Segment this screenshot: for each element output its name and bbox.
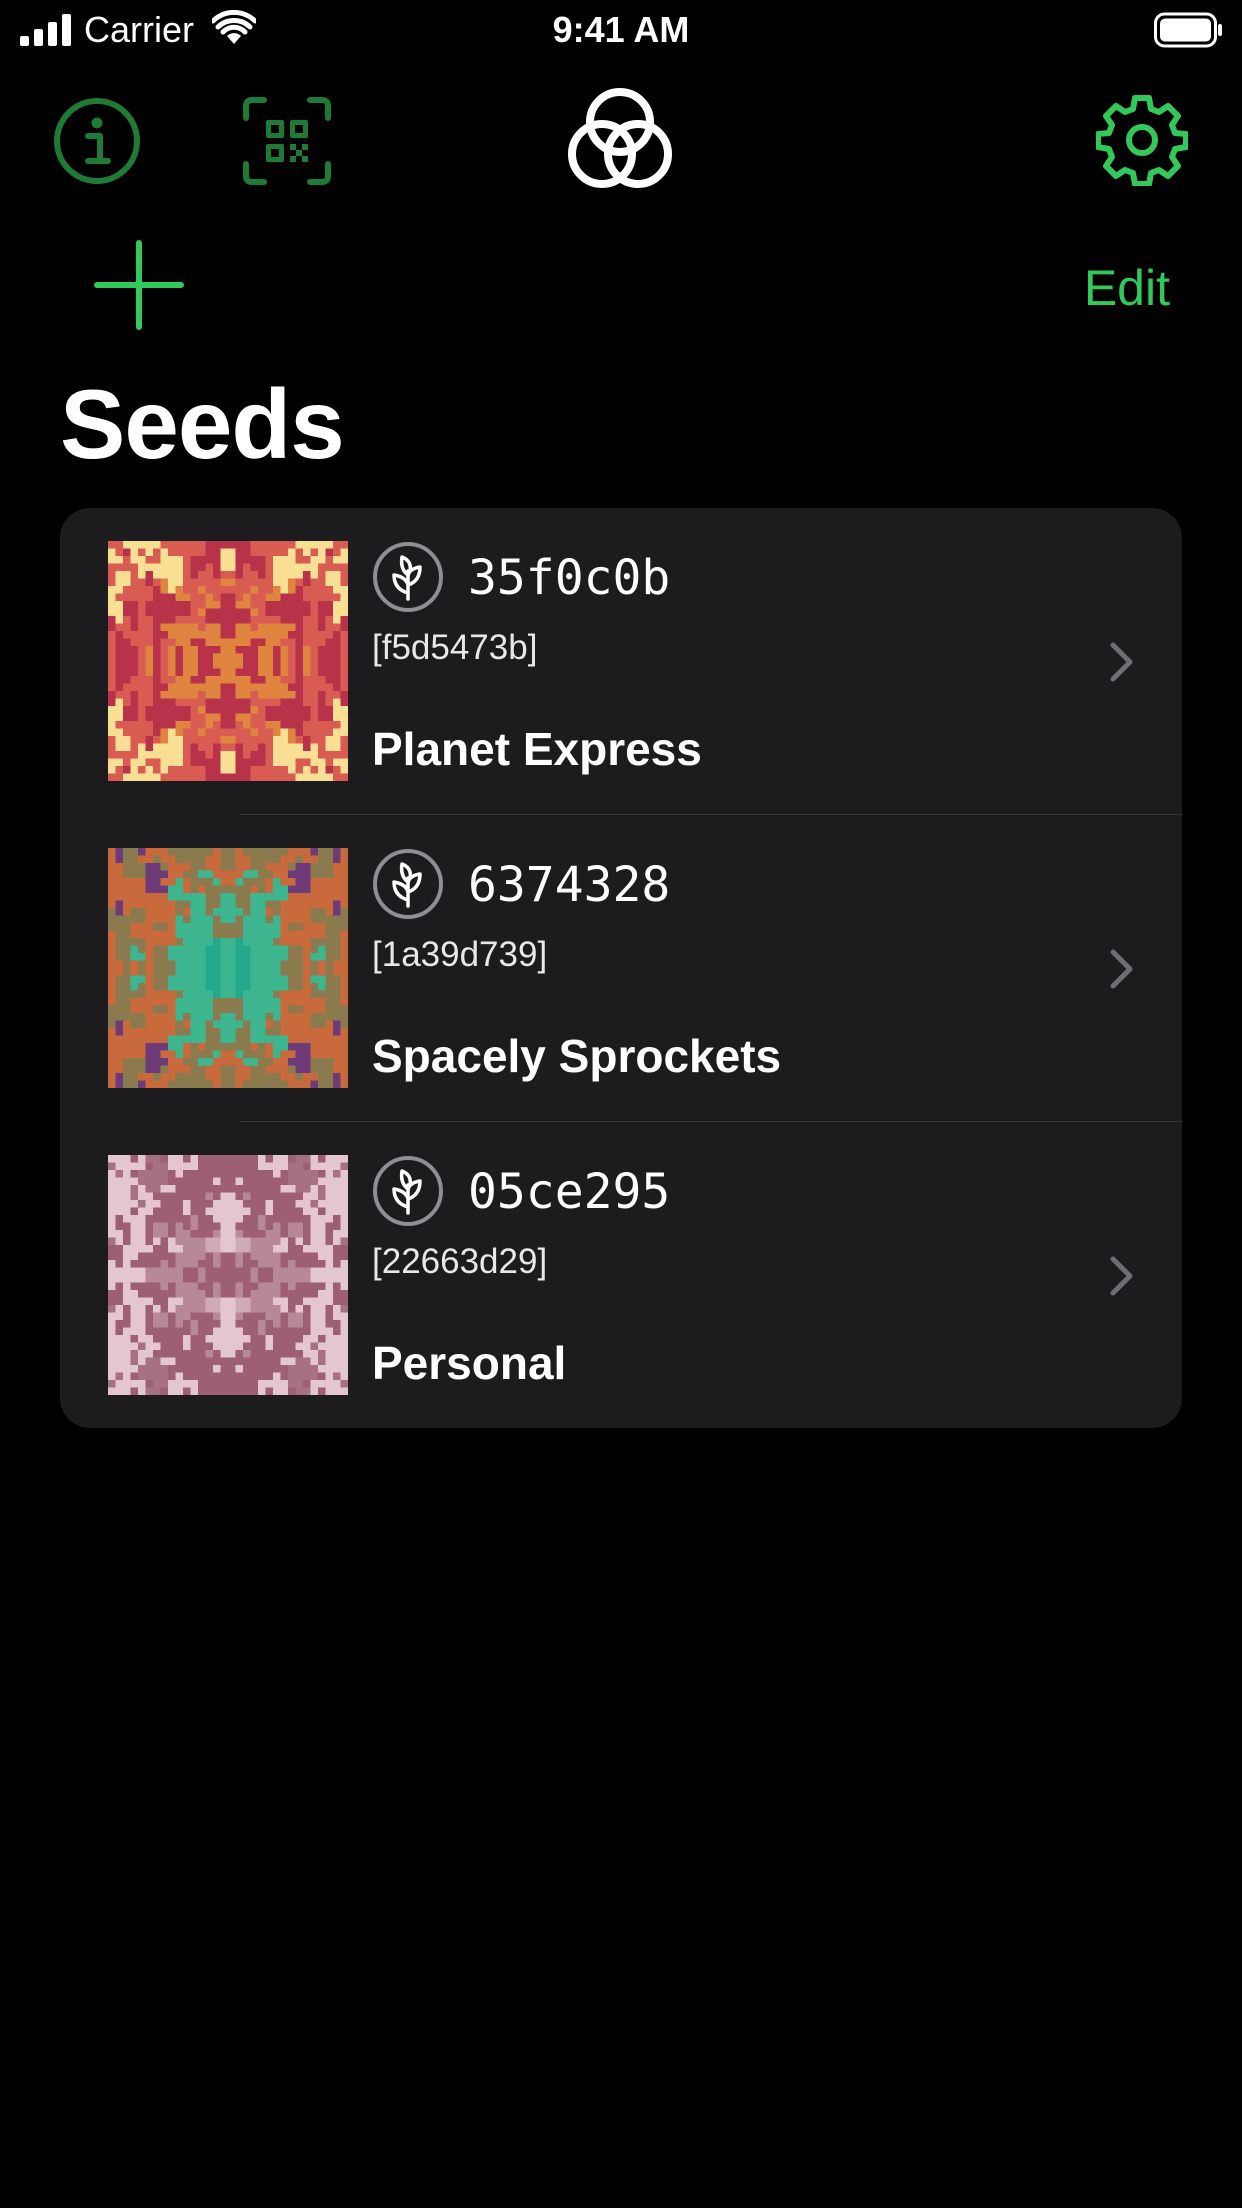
seed-leaf-icon xyxy=(373,1156,443,1226)
seed-fingerprint: [22663d29] xyxy=(372,1242,548,1281)
seed-leaf-icon xyxy=(373,849,443,919)
gear-icon xyxy=(1095,95,1189,187)
edit-button[interactable]: Edit xyxy=(1060,256,1170,320)
status-time: 9:41 AM xyxy=(552,9,690,50)
seed-list: 35f0c0b [f5d5473b] Planet Express 637432… xyxy=(60,508,1182,1428)
seed-name: Spacely Sprockets xyxy=(372,1030,782,1082)
seed-id: 35f0c0b xyxy=(468,550,671,606)
blockchain-commons-logo-icon xyxy=(568,88,672,188)
seed-lifehash-image xyxy=(108,1155,348,1395)
chevron-right-icon xyxy=(1110,642,1133,682)
seed-row[interactable]: 35f0c0b [f5d5473b] Planet Express xyxy=(60,508,1182,815)
qr-scan-icon xyxy=(243,97,331,185)
page-title: Seeds xyxy=(60,369,345,479)
chevron-right-icon xyxy=(1110,949,1133,989)
info-icon xyxy=(54,98,140,184)
seed-id: 05ce295 xyxy=(468,1164,671,1220)
chevron-right-icon xyxy=(1110,1256,1133,1296)
seed-fingerprint: [f5d5473b] xyxy=(372,628,538,667)
info-button[interactable] xyxy=(52,96,142,186)
seed-name: Personal xyxy=(372,1337,567,1389)
seed-fingerprint: [1a39d739] xyxy=(372,935,548,974)
add-seed-button[interactable] xyxy=(94,240,184,330)
status-bar: Carrier 9:41 AM xyxy=(0,0,1242,60)
seed-lifehash-image xyxy=(108,848,348,1088)
seed-row[interactable]: 6374328 [1a39d739] Spacely Sprockets xyxy=(60,815,1182,1122)
seed-id: 6374328 xyxy=(468,857,671,913)
seed-lifehash-image xyxy=(108,541,348,781)
seed-leaf-icon xyxy=(373,542,443,612)
scan-qr-button[interactable] xyxy=(242,96,332,186)
seed-row[interactable]: 05ce295 [22663d29] Personal xyxy=(60,1122,1182,1428)
seed-name: Planet Express xyxy=(372,723,702,775)
plus-icon xyxy=(94,240,184,330)
settings-button[interactable] xyxy=(1095,94,1189,187)
battery-icon xyxy=(1154,12,1222,48)
